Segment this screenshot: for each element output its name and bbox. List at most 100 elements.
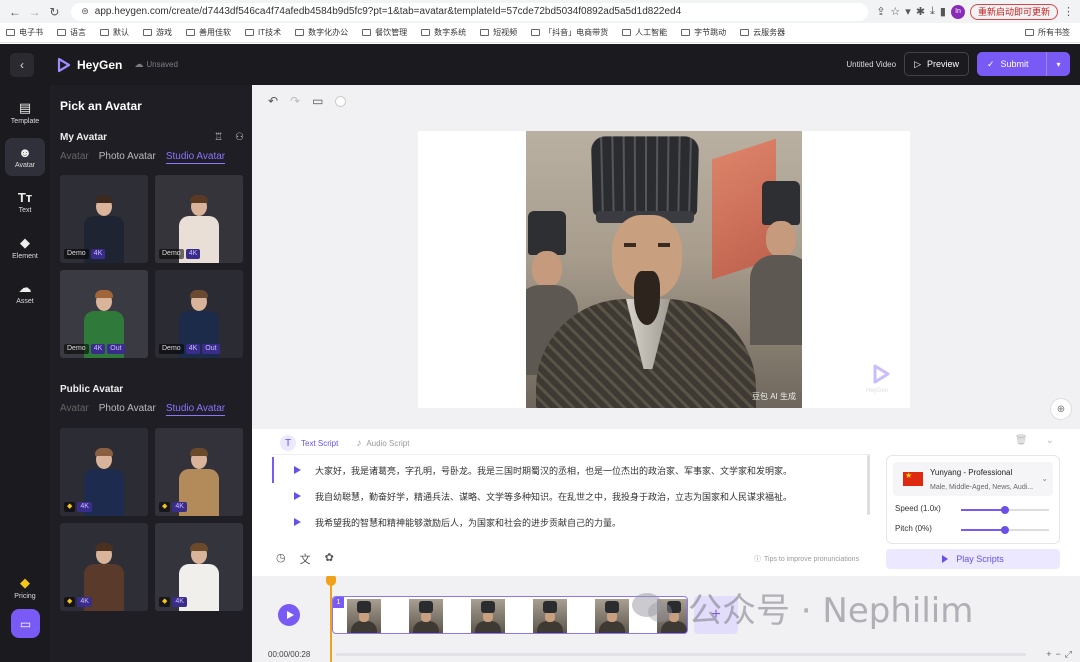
share-icon[interactable]: ⇪: [876, 5, 885, 18]
bookmark-item[interactable]: 数字系统: [421, 27, 466, 38]
script-lines[interactable]: 大家好，我是诸葛亮，字孔明，号卧龙。我是三国时期蜀汉的丞相，也是一位杰出的政治家…: [272, 454, 870, 544]
background-color-swatch[interactable]: [335, 96, 347, 107]
rail-item-avatar[interactable]: ☻ Avatar: [5, 138, 45, 176]
bookmark-item[interactable]: 默认: [100, 27, 129, 38]
bookmark-item[interactable]: 善用佳软: [186, 27, 231, 38]
zoom-icon[interactable]: ⊕: [1050, 398, 1072, 420]
script-scrollbar[interactable]: [867, 455, 870, 515]
rail-item-pricing[interactable]: ◆ Pricing: [5, 568, 45, 606]
playhead[interactable]: [330, 576, 332, 662]
reload-icon[interactable]: ↻: [46, 3, 64, 21]
avatar-card[interactable]: ◆ 4K: [60, 428, 148, 516]
playhead-handle[interactable]: [326, 576, 336, 586]
clip-thumbnail: [347, 599, 381, 633]
extension-icon[interactable]: ▾: [905, 5, 911, 18]
help-chat-button[interactable]: ▭: [11, 609, 40, 638]
forward-arrow-icon[interactable]: →: [26, 3, 44, 21]
play-line-icon[interactable]: [294, 492, 301, 500]
tab-avatar[interactable]: Avatar: [60, 151, 89, 164]
voice-selector[interactable]: ★ Yunyang - Professional Male, Middle-Ag…: [893, 462, 1053, 496]
bookmark-item[interactable]: IT技术: [245, 27, 281, 38]
sidepanel-icon[interactable]: ▮: [940, 5, 946, 18]
address-bar[interactable]: ⊜ app.heygen.com/create/d7443df546ca4f74…: [71, 2, 869, 21]
submit-dropdown-chevron-icon[interactable]: ▾: [1046, 52, 1070, 76]
bookmark-star-icon[interactable]: ☆: [890, 5, 900, 18]
avatar-photo[interactable]: 豆包 AI 生成: [526, 131, 802, 408]
avatar-card[interactable]: ◆ 4K: [60, 523, 148, 611]
clip-thumbnail: [409, 599, 443, 633]
all-bookmarks[interactable]: 所有书签: [1025, 27, 1070, 38]
avatar-card[interactable]: Demo 4K Out: [60, 270, 148, 358]
video-title[interactable]: Untitled Video: [846, 60, 896, 69]
fit-icon[interactable]: ⤢: [1065, 649, 1072, 660]
play-line-icon[interactable]: [294, 466, 301, 474]
add-avatar-icon[interactable]: ⚇: [235, 132, 244, 143]
profile-avatar[interactable]: In: [950, 4, 965, 19]
speed-slider[interactable]: [961, 506, 1049, 514]
tab-text-script[interactable]: T Text Script: [280, 435, 338, 451]
tab-photo-avatar[interactable]: Photo Avatar: [99, 151, 156, 164]
play-line-icon[interactable]: [294, 518, 301, 526]
chevron-down-icon[interactable]: ⌄: [1046, 435, 1054, 446]
bookmark-item[interactable]: 游戏: [143, 27, 172, 38]
avatar-card[interactable]: Demo 4K Out: [155, 270, 243, 358]
bookmark-item[interactable]: 餐饮管理: [362, 27, 407, 38]
rail-item-template[interactable]: ▤ Template: [5, 93, 45, 131]
submit-button[interactable]: ✓ Submit ▾: [977, 52, 1070, 76]
restart-update-button[interactable]: 重新启动即可更新: [969, 3, 1058, 20]
tab-audio-script[interactable]: ♪ Audio Script: [356, 438, 409, 449]
screen-size-icon[interactable]: ▭: [312, 94, 323, 108]
avatar-card[interactable]: Demo 4K: [155, 175, 243, 263]
play-scripts-button[interactable]: Play Scripts: [886, 549, 1060, 569]
pitch-slider[interactable]: [961, 526, 1049, 534]
tab-studio-avatar[interactable]: Studio Avatar: [165, 403, 226, 416]
script-line[interactable]: 大家好，我是诸葛亮，字孔明，号卧龙。我是三国时期蜀汉的丞相，也是一位杰出的政治家…: [272, 457, 792, 483]
script-line[interactable]: 我自幼聪慧，勤奋好学，精通兵法、谋略、文学等多种知识。在乱世之中，我投身于政治，…: [272, 483, 792, 509]
bookmark-item[interactable]: 「抖音」电商带货: [531, 27, 608, 38]
redo-icon[interactable]: ↷: [290, 94, 300, 108]
bookmark-item[interactable]: 数字化办公: [295, 27, 348, 38]
bookmark-item[interactable]: 语言: [57, 27, 86, 38]
avatar-card[interactable]: Demo 4K: [60, 175, 148, 263]
tab-studio-avatar[interactable]: Studio Avatar: [165, 151, 226, 164]
translate-icon[interactable]: 文: [300, 551, 311, 567]
premium-diamond-icon: ◆: [64, 502, 76, 512]
bookmark-item[interactable]: 云服务器: [740, 27, 785, 38]
video-canvas[interactable]: 豆包 AI 生成 HeyGen: [418, 131, 910, 408]
site-info-icon[interactable]: ⊜: [81, 6, 89, 17]
rail-item-element[interactable]: ◆ Element: [5, 228, 45, 266]
pause-clock-icon[interactable]: ◷: [276, 551, 286, 567]
speed-slider-handle[interactable]: [1001, 506, 1009, 514]
avatar-card[interactable]: ◆ 4K: [155, 523, 243, 611]
pitch-slider-handle[interactable]: [1001, 526, 1009, 534]
tab-avatar[interactable]: Avatar: [60, 403, 89, 416]
left-rail: ▤ Template ☻ Avatar Tт Text ◆ Element ☁ Asset…: [0, 85, 50, 662]
script-line[interactable]: 我希望我的智慧和精神能够激励后人，为国家和社会的进步贡献自己的力量。: [272, 509, 621, 535]
preview-button[interactable]: ▷ Preview: [904, 52, 969, 76]
ai-script-icon[interactable]: ✿: [325, 551, 334, 567]
zoom-out-icon[interactable]: −: [1056, 649, 1061, 660]
bookmark-item[interactable]: 短视频: [480, 27, 517, 38]
tab-photo-avatar[interactable]: Photo Avatar: [99, 403, 156, 416]
pronunciation-tips-link[interactable]: ⓘ Tips to improve pronunciations: [754, 554, 859, 564]
zoom-in-icon[interactable]: +: [1046, 649, 1051, 660]
download-icon[interactable]: ⤓: [930, 5, 935, 18]
outfit-icon[interactable]: ♖: [214, 132, 223, 143]
trash-icon[interactable]: 🗑: [1015, 435, 1028, 446]
rail-item-asset[interactable]: ☁ Asset: [5, 273, 45, 311]
menu-dots-icon[interactable]: ⋮: [1063, 5, 1074, 18]
check-icon: ✓: [987, 58, 995, 69]
back-arrow-icon[interactable]: ←: [6, 3, 24, 21]
avatar-card[interactable]: ◆ 4K: [155, 428, 243, 516]
bookmark-item[interactable]: 人工智能: [622, 27, 667, 38]
puzzle-icon[interactable]: ✱: [916, 5, 925, 18]
timeline-play-button[interactable]: [278, 604, 300, 626]
rail-item-text[interactable]: Tт Text: [5, 183, 45, 221]
folder-icon: [480, 29, 490, 36]
undo-icon[interactable]: ↶: [268, 94, 278, 108]
bookmark-item[interactable]: 电子书: [6, 27, 43, 38]
bookmark-item[interactable]: 字节跳动: [681, 27, 726, 38]
timeline-scrollbar[interactable]: [336, 653, 1026, 656]
back-button[interactable]: ‹: [10, 52, 34, 77]
brand-logo[interactable]: HeyGen: [56, 57, 122, 73]
